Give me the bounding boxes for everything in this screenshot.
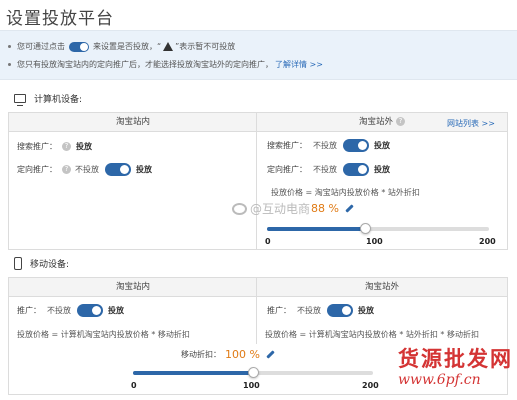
header-label: 淘宝站内 bbox=[115, 282, 150, 292]
outside-price-formula: 投放价格 = 淘宝站内投放价格 * 站外折扣 bbox=[271, 188, 420, 197]
warning-icon bbox=[163, 42, 174, 51]
edit-pencil-icon[interactable] bbox=[266, 350, 275, 359]
row-label: 搜索推广： bbox=[267, 141, 307, 150]
toggle-sample-icon bbox=[69, 41, 89, 52]
slider-max-label: 200 bbox=[362, 381, 379, 390]
section-label: 移动设备: bbox=[30, 260, 70, 270]
slider-fill bbox=[267, 227, 365, 231]
on-label: 投放 bbox=[374, 141, 390, 150]
targeting-toggle[interactable] bbox=[105, 163, 131, 176]
off-label: 不投放 bbox=[297, 306, 321, 315]
mobile-discount-slider[interactable] bbox=[133, 367, 373, 378]
bullet-dot bbox=[8, 45, 11, 48]
notice-text: 您可通过点击 bbox=[17, 42, 65, 51]
computer-outside-targeting-row: 定向推广： 不投放 投放 bbox=[267, 163, 390, 176]
column-divider bbox=[256, 278, 257, 344]
off-label: 不投放 bbox=[313, 165, 337, 174]
notice-line-toggle: 您可通过点击 来设置是否投放，“ ”表示暂不可投放 bbox=[8, 41, 235, 52]
off-label: 不投放 bbox=[75, 165, 99, 174]
notice-text: ”表示暂不可投放 bbox=[175, 42, 236, 51]
row-label: 定向推广： bbox=[17, 165, 57, 174]
notice-panel: 您可通过点击 来设置是否投放，“ ”表示暂不可投放 您只有投放淘宝站内的定向推广… bbox=[0, 30, 517, 80]
header-label: 淘宝站外 bbox=[358, 117, 393, 127]
mobile-inside-formula: 投放价格 = 计算机淘宝站内投放价格 * 移动折扣 bbox=[17, 330, 190, 339]
mobile-discount: 移动折扣： 100 % bbox=[181, 348, 275, 361]
slider-handle[interactable] bbox=[359, 223, 371, 234]
bullet-dot bbox=[8, 63, 11, 66]
row-label: 搜索推广： bbox=[17, 142, 57, 151]
page-title: 设置投放平台 bbox=[6, 9, 114, 29]
off-label: 不投放 bbox=[313, 141, 337, 150]
computer-inside-targeting-row: 定向推广： ? 不投放 投放 bbox=[17, 163, 152, 176]
off-label: 不投放 bbox=[47, 306, 71, 315]
watermark-text: @互动电商 bbox=[250, 202, 311, 216]
computer-outside-search-row: 搜索推广： 不投放 投放 bbox=[267, 139, 390, 152]
slider-fill bbox=[133, 371, 253, 375]
slider-min-label: 0 bbox=[265, 237, 271, 246]
slider-handle[interactable] bbox=[248, 367, 259, 378]
outside-discount: 88 % bbox=[307, 202, 354, 215]
outside-search-toggle[interactable] bbox=[343, 139, 369, 152]
discount-value: 100 % bbox=[225, 348, 260, 361]
mobile-inside-toggle[interactable] bbox=[77, 304, 103, 317]
computer-inside-search-row: 搜索推广： ? 投放 bbox=[17, 141, 92, 152]
computer-settings-box: 淘宝站内 淘宝站外? 网站列表 >> 搜索推广： ? 投放 定向推广： ? 不投… bbox=[8, 112, 508, 250]
on-label: 投放 bbox=[374, 165, 390, 174]
row-label: 推广： bbox=[267, 306, 291, 315]
on-label: 投放 bbox=[108, 306, 124, 315]
notice-text: 您只有投放淘宝站内的定向推广后，才能选择投放淘宝站外的定向推广， bbox=[17, 60, 273, 69]
help-icon[interactable]: ? bbox=[62, 142, 71, 151]
section-label: 计算机设备: bbox=[34, 95, 83, 105]
column-divider bbox=[256, 113, 257, 249]
row-label: 推广： bbox=[17, 306, 41, 315]
site-watermark-logo: 货源批发网 bbox=[398, 346, 513, 371]
outside-discount-slider[interactable] bbox=[267, 223, 489, 234]
computer-section-heading: 计算机设备: bbox=[14, 92, 83, 106]
mobile-phone-icon bbox=[14, 257, 22, 270]
help-icon[interactable]: ? bbox=[396, 117, 405, 126]
computer-icon bbox=[14, 94, 26, 106]
mobile-outside-toggle[interactable] bbox=[327, 304, 353, 317]
search-status: 投放 bbox=[76, 142, 92, 151]
header-label: 淘宝站内 bbox=[115, 117, 150, 127]
weibo-icon bbox=[232, 202, 247, 215]
site-list-link[interactable]: 网站列表 >> bbox=[447, 118, 495, 129]
discount-label: 移动折扣： bbox=[181, 350, 221, 359]
help-icon[interactable]: ? bbox=[62, 165, 71, 174]
on-label: 投放 bbox=[136, 165, 152, 174]
site-watermark-url: www.6pf.cn bbox=[398, 372, 481, 388]
notice-line-targeting: 您只有投放淘宝站内的定向推广后，才能选择投放淘宝站外的定向推广， 了解详情 >> bbox=[8, 59, 323, 70]
mobile-outside-formula: 投放价格 = 计算机淘宝站内投放价格 * 站外折扣 * 移动折扣 bbox=[265, 330, 479, 339]
weibo-watermark: @互动电商 bbox=[232, 200, 310, 217]
notice-text: 来设置是否投放，“ bbox=[93, 42, 162, 51]
on-label: 投放 bbox=[358, 306, 374, 315]
learn-more-link[interactable]: 了解详情 >> bbox=[275, 59, 323, 70]
mobile-outside-promo-row: 推广： 不投放 投放 bbox=[267, 304, 374, 317]
slider-min-label: 0 bbox=[131, 381, 137, 390]
mobile-inside-promo-row: 推广： 不投放 投放 bbox=[17, 304, 124, 317]
outside-targeting-toggle[interactable] bbox=[343, 163, 369, 176]
slider-mid-label: 100 bbox=[243, 381, 260, 390]
mobile-outside-header: 淘宝站外 bbox=[257, 278, 507, 297]
row-label: 定向推广： bbox=[267, 165, 307, 174]
edit-pencil-icon[interactable] bbox=[345, 204, 354, 213]
discount-value: 88 % bbox=[311, 202, 339, 215]
header-label: 淘宝站外 bbox=[364, 282, 399, 292]
slider-mid-label: 100 bbox=[366, 237, 383, 246]
mobile-inside-header: 淘宝站内 bbox=[9, 278, 257, 297]
computer-inside-header: 淘宝站内 bbox=[9, 113, 257, 132]
mobile-section-heading: 移动设备: bbox=[14, 257, 69, 270]
slider-max-label: 200 bbox=[479, 237, 496, 246]
